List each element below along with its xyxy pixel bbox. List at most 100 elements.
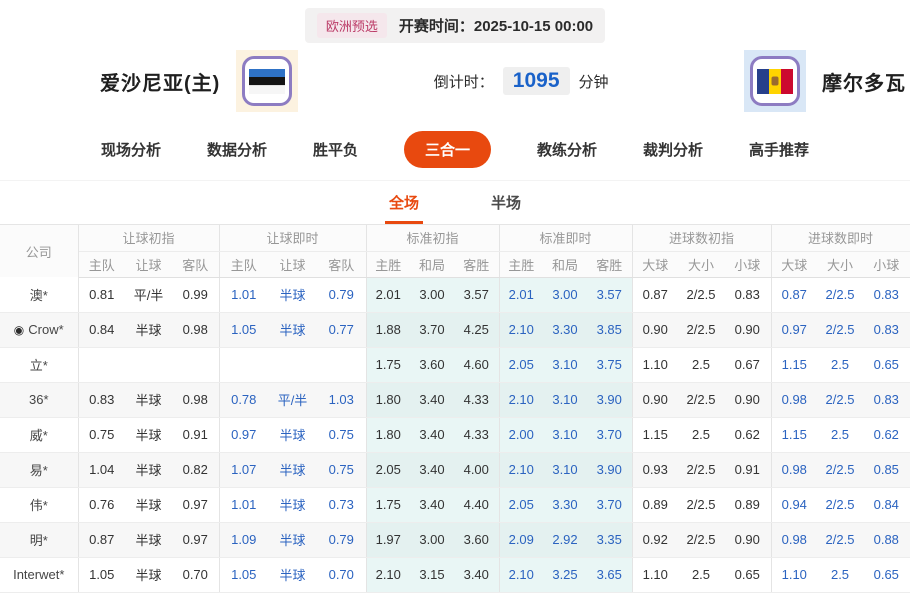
period-subtabs: 全场 半场 (0, 180, 910, 225)
col-header: 客队 (317, 251, 366, 277)
odds-cell: 0.83 (863, 277, 910, 312)
home-flag-panel (236, 50, 298, 112)
odds-cell: 2.10 (499, 452, 543, 487)
col-header: 让球 (125, 251, 172, 277)
odds-cell: 1.15 (632, 417, 678, 452)
tab-expert-picks[interactable]: 高手推荐 (749, 139, 809, 160)
odds-cell: 1.75 (366, 347, 410, 382)
odds-cell: 0.70 (172, 557, 219, 592)
odds-cell: 1.09 (219, 522, 268, 557)
odds-cell: 半球 (268, 557, 317, 592)
subtab-full-match[interactable]: 全场 (385, 181, 423, 224)
company-cell: 威* (0, 417, 78, 452)
odds-cell: 0.89 (724, 487, 771, 522)
odds-cell: 0.76 (78, 487, 125, 522)
col-header: 主队 (219, 251, 268, 277)
odds-cell: 0.83 (724, 277, 771, 312)
odds-cell: 1.10 (771, 557, 817, 592)
odds-cell: 0.94 (771, 487, 817, 522)
home-team-name: 爱沙尼亚(主) (100, 67, 220, 96)
odds-cell (317, 347, 366, 382)
odds-cell: 0.98 (172, 382, 219, 417)
odds-cell: 1.03 (317, 382, 366, 417)
soccer-ball-icon: ◉ (14, 323, 24, 337)
odds-cell: 3.25 (543, 557, 587, 592)
col-header: 小球 (863, 251, 910, 277)
odds-cell: 0.83 (863, 312, 910, 347)
odds-cell: 0.77 (317, 312, 366, 347)
tab-referee-analysis[interactable]: 裁判分析 (643, 139, 703, 160)
odds-cell: 3.40 (410, 417, 454, 452)
company-cell: 伟* (0, 487, 78, 522)
odds-cell: 0.70 (317, 557, 366, 592)
teams-row: 爱沙尼亚(主) 倒计时： 1095 分钟 摩尔多瓦 (0, 43, 910, 121)
odds-cell: 半球 (125, 487, 172, 522)
odds-cell: 4.33 (454, 417, 499, 452)
col-header: 小球 (724, 251, 771, 277)
odds-cell: 半球 (268, 522, 317, 557)
odds-cell: 3.40 (454, 557, 499, 592)
odds-cell: 1.80 (366, 382, 410, 417)
table-sub-header-row: 主队 让球 客队 主队 让球 客队 主胜 和局 客胜 主胜 和局 客胜 大球 大… (0, 251, 910, 277)
odds-cell: 0.99 (172, 277, 219, 312)
col-header: 客队 (172, 251, 219, 277)
odds-cell: 3.60 (454, 522, 499, 557)
table-row: 明*0.87半球0.971.09半球0.791.973.003.602.092.… (0, 522, 910, 557)
odds-cell: 3.30 (543, 312, 587, 347)
odds-cell: 0.91 (172, 417, 219, 452)
odds-table: 公司 让球初指 让球即时 标准初指 标准即时 进球数初指 进球数即时 主队 让球… (0, 225, 910, 593)
odds-cell: 2/2.5 (678, 277, 724, 312)
odds-cell: 0.75 (317, 417, 366, 452)
odds-cell: 半球 (268, 312, 317, 347)
odds-cell: 半球 (125, 417, 172, 452)
group-header-standard-initial: 标准初指 (366, 225, 499, 251)
tab-data-analysis[interactable]: 数据分析 (207, 139, 267, 160)
col-header: 主胜 (499, 251, 543, 277)
odds-cell: 平/半 (125, 277, 172, 312)
odds-cell: 1.10 (632, 557, 678, 592)
odds-cell (125, 347, 172, 382)
odds-cell: 2.5 (678, 557, 724, 592)
odds-cell: 2/2.5 (817, 277, 863, 312)
odds-cell: 1.04 (78, 452, 125, 487)
tab-three-in-one[interactable]: 三合一 (404, 131, 491, 168)
odds-cell: 半球 (268, 277, 317, 312)
odds-cell: 0.62 (724, 417, 771, 452)
odds-cell: 4.00 (454, 452, 499, 487)
col-header: 和局 (543, 251, 587, 277)
odds-cell: 3.00 (543, 277, 587, 312)
company-header: 公司 (0, 225, 78, 277)
odds-cell: 3.40 (410, 382, 454, 417)
odds-cell: 2.5 (678, 417, 724, 452)
odds-cell: 0.82 (172, 452, 219, 487)
kickoff-value: 2025-10-15 00:00 (474, 18, 593, 35)
tab-coach-analysis[interactable]: 教练分析 (537, 139, 597, 160)
company-cell: ◉Crow* (0, 312, 78, 347)
odds-cell: 0.91 (724, 452, 771, 487)
odds-cell: 半球 (125, 312, 172, 347)
odds-cell: 2.5 (678, 347, 724, 382)
odds-cell (219, 347, 268, 382)
col-header: 大球 (771, 251, 817, 277)
match-info-pill: 欧洲预选 开赛时间：2025-10-15 00:00 (305, 8, 605, 43)
tab-win-draw-lose[interactable]: 胜平负 (313, 139, 358, 160)
odds-cell: 0.65 (724, 557, 771, 592)
subtab-half-match[interactable]: 半场 (487, 181, 525, 224)
col-header: 大小 (817, 251, 863, 277)
odds-cell: 0.85 (863, 452, 910, 487)
odds-cell: 0.90 (724, 382, 771, 417)
col-header: 大小 (678, 251, 724, 277)
odds-cell: 2/2.5 (678, 452, 724, 487)
odds-cell: 2.5 (817, 557, 863, 592)
odds-cell: 3.90 (587, 452, 632, 487)
odds-cell: 2.09 (499, 522, 543, 557)
odds-cell: 2.10 (366, 557, 410, 592)
odds-cell: 1.10 (632, 347, 678, 382)
odds-cell: 2.05 (366, 452, 410, 487)
odds-cell: 1.01 (219, 277, 268, 312)
company-cell: Interwet* (0, 557, 78, 592)
odds-cell: 半球 (125, 522, 172, 557)
odds-cell: 1.15 (771, 347, 817, 382)
tab-live-analysis[interactable]: 现场分析 (101, 139, 161, 160)
countdown: 倒计时： 1095 分钟 (298, 67, 744, 95)
